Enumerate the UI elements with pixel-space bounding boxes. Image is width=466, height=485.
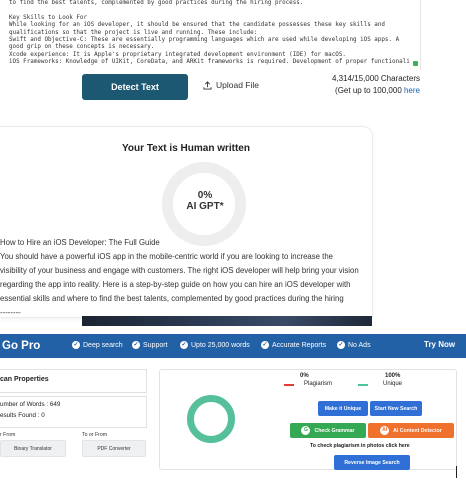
analyzed-text-line: How to Hire an iOS Developer: The Full G…: [0, 238, 160, 247]
analyzed-text: How to Hire an iOS Developer: The Full G…: [0, 236, 372, 321]
plagiarism-percent: 0%: [300, 373, 309, 379]
feature-deep-search: ✓ Deep search: [72, 341, 123, 349]
editor-line: to find the best talents, complemented b…: [9, 0, 304, 6]
feature-accurate-reports: ✓ Accurate Reports: [261, 341, 327, 349]
start-new-search-button[interactable]: Start New Search: [370, 401, 422, 416]
textarea-resize-handle[interactable]: [413, 61, 418, 66]
result-title: Your Text is Human written: [122, 143, 250, 154]
binary-translator-button[interactable]: Binary Translator: [0, 440, 66, 457]
editor-line: Xcode experience: It is Apple's propriet…: [9, 51, 346, 58]
unique-percent: 100%: [385, 373, 401, 379]
feature-no-ads: ✓ No Ads: [337, 341, 371, 349]
feature-support: ✓ Support: [132, 341, 168, 349]
scan-properties-title: can Properties: [0, 376, 49, 383]
analyzed-text-line: visibility of your business and engage w…: [0, 266, 359, 276]
to-from-label: To or From: [82, 432, 108, 438]
upload-icon: [203, 80, 212, 90]
ai-content-detector-button[interactable]: AI AI Content Detector: [368, 423, 454, 438]
character-counter: 4,314/15,000 Characters (Get up to 100,0…: [332, 73, 420, 97]
check-icon: ✓: [337, 341, 345, 349]
upgrade-text: (Get up to 100,000: [335, 86, 404, 95]
analyzed-text-line: You should have a powerful iOS app in th…: [0, 252, 334, 262]
check-icon: ✓: [132, 341, 140, 349]
analyzed-text-line: regarding the app into reality. Here is …: [0, 280, 351, 290]
text-input-content: to find the best talents, complemented b…: [0, 0, 420, 67]
unique-ring-chart: [187, 395, 235, 443]
ai-gauge-label: AI GPT*: [186, 201, 224, 212]
upload-file-label: Upload File: [216, 80, 259, 90]
check-icon: ✓: [72, 341, 80, 349]
editor-line: Swift and Objective-C: These are essenti…: [9, 37, 400, 44]
word-count: umber of Words : 649: [0, 401, 61, 408]
pdf-converter-button[interactable]: PDF Converter: [82, 440, 146, 457]
character-count: 4,314/15,000 Characters: [331, 74, 420, 83]
upload-file-button[interactable]: Upload File: [203, 80, 259, 90]
editor-line: iOS Frameworks: Knowledge of UIKit, Core…: [9, 59, 410, 66]
check-grammar-button[interactable]: G Check Grammar: [290, 423, 366, 438]
try-now-button[interactable]: Try Now: [424, 340, 455, 349]
go-pro-title: Go Pro: [2, 340, 41, 352]
editor-line: qualifications so that the project is li…: [9, 29, 258, 36]
detect-text-button[interactable]: Detect Text: [82, 74, 188, 100]
editor-line: Key Skills to Look For: [9, 14, 88, 21]
analyzed-text-line: essential skills and where to find the b…: [0, 294, 344, 304]
photo-plagiarism-note[interactable]: To check plagiarism in photos click here: [310, 443, 410, 449]
unique-label: Unique: [383, 381, 403, 387]
text-cursor: [456, 466, 457, 478]
feature-word-limit: ✓ Upto 25,000 words: [180, 341, 250, 349]
plagiarism-label: Plagiarism: [304, 381, 333, 387]
check-icon: ✓: [261, 341, 269, 349]
editor-line: While looking for an iOS developer, it s…: [9, 22, 385, 29]
make-it-unique-button[interactable]: Make it Unique: [318, 401, 368, 416]
editor-line: good grip on these concepts is necessary…: [9, 44, 155, 51]
plagiarism-swatch: [284, 384, 294, 386]
banner-image: [82, 316, 372, 326]
results-found: esults Found : 0: [0, 412, 45, 419]
reverse-image-search-button[interactable]: Reverse Image Search: [334, 455, 410, 470]
ai-icon: AI: [380, 426, 390, 435]
check-icon: ✓: [180, 341, 188, 349]
upgrade-link[interactable]: here: [404, 86, 420, 95]
grammar-icon: G: [301, 426, 311, 435]
from-label: r From: [0, 432, 16, 438]
text-input-area[interactable]: to find the best talents, complemented b…: [0, 0, 421, 70]
ai-gauge-value: 0%: [197, 190, 213, 201]
unique-swatch: [358, 384, 368, 386]
